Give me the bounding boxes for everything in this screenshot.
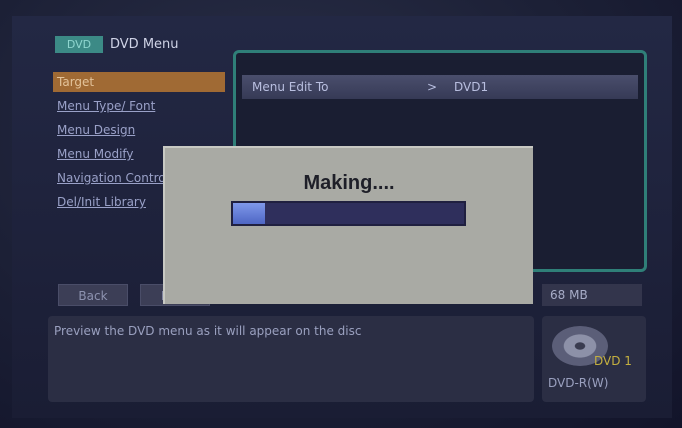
menu-item-menu-design[interactable]: Menu Design	[53, 120, 225, 140]
menu-edit-to-value: DVD1	[454, 80, 489, 94]
row-separator: >	[427, 80, 438, 94]
dialog-title: Making....	[303, 172, 395, 194]
page-title: DVD Menu	[110, 37, 179, 52]
tv-screen: DVD DVD Menu Target Menu Type/ Font Menu…	[0, 0, 682, 428]
disc-info: DVD 1 DVD-R(W)	[542, 316, 646, 402]
header-tag: DVD	[55, 36, 103, 53]
disc-format: DVD-R(W)	[548, 376, 609, 390]
menu-item-target[interactable]: Target	[53, 72, 225, 92]
status-message: Preview the DVD menu as it will appear o…	[48, 316, 534, 402]
menu-edit-to-row[interactable]: Menu Edit To > DVD1	[242, 75, 638, 99]
back-button[interactable]: Back	[58, 284, 128, 306]
menu-edit-to-label: Menu Edit To	[252, 80, 329, 94]
making-dialog: Making....	[163, 146, 533, 304]
capacity-readout: 68 MB	[542, 284, 642, 306]
menu-item-menu-type-font[interactable]: Menu Type/ Font	[53, 96, 225, 116]
progress-fill	[233, 203, 266, 224]
progress-bar	[231, 201, 466, 226]
disc-label: DVD 1	[594, 354, 632, 368]
